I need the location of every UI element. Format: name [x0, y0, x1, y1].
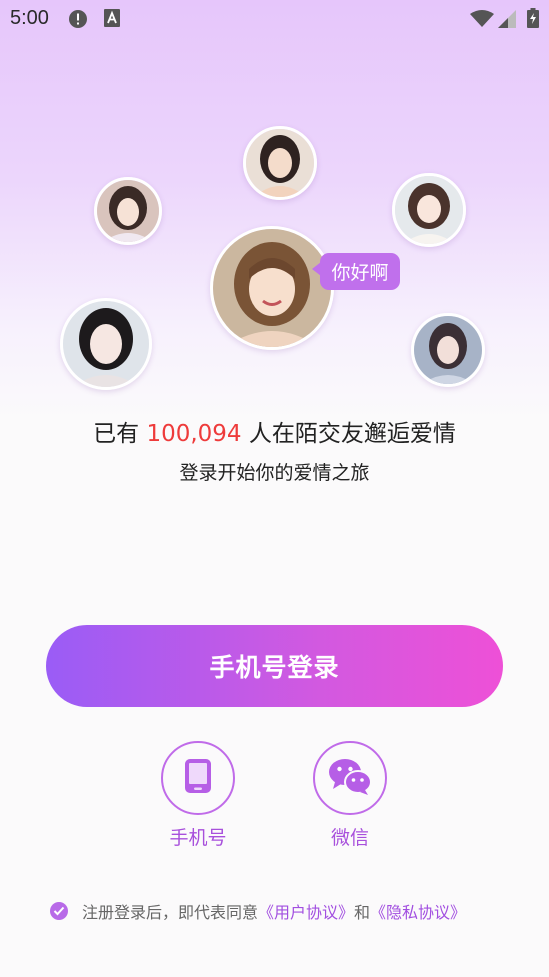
wifi-icon	[470, 10, 494, 32]
agreement-row: 注册登录后，即代表同意 《用户协议》 和 《隐私协议》	[50, 900, 530, 922]
check-icon	[53, 906, 65, 916]
status-bar: 5:00	[0, 0, 549, 38]
privacy-policy-link[interactable]: 《隐私协议》	[370, 899, 466, 923]
battery-icon	[527, 8, 539, 32]
agreement-and: 和	[354, 903, 371, 922]
agreement-text: 注册登录后，即代表同意	[82, 903, 259, 922]
greeting-bubble: 你好啊	[312, 253, 400, 290]
avatar	[411, 313, 485, 387]
signal-icon	[498, 10, 516, 32]
headline-prefix: 已有	[93, 421, 140, 447]
avatar	[60, 298, 152, 390]
phone-icon	[184, 758, 212, 798]
subtitle: 登录开始你的爱情之旅	[179, 462, 370, 484]
user-count: 100,094	[146, 421, 242, 447]
avatar	[94, 177, 162, 245]
wechat-icon	[328, 757, 372, 799]
user-agreement-link[interactable]: 《用户协议》	[258, 899, 354, 923]
agreement-checkbox[interactable]	[50, 902, 68, 920]
avatar	[392, 173, 466, 247]
alert-icon	[68, 9, 88, 33]
keyboard-icon	[104, 9, 120, 31]
avatar	[243, 126, 317, 200]
avatar	[210, 226, 334, 350]
phone-login-button[interactable]: 手机号登录	[46, 625, 503, 707]
status-time: 5:00	[10, 7, 49, 29]
phone-option-label: 手机号	[169, 827, 227, 849]
headline-suffix: 人在陌交友邂逅爱情	[248, 421, 456, 447]
wechat-option-circle[interactable]	[313, 741, 387, 815]
phone-login-option[interactable]: 手机号	[161, 741, 235, 850]
wechat-option-label: 微信	[330, 827, 369, 849]
wechat-login-option[interactable]: 微信	[313, 741, 387, 850]
headline: 已有 100,094 人在陌交友邂逅爱情	[0, 414, 549, 448]
phone-option-circle[interactable]	[161, 741, 235, 815]
